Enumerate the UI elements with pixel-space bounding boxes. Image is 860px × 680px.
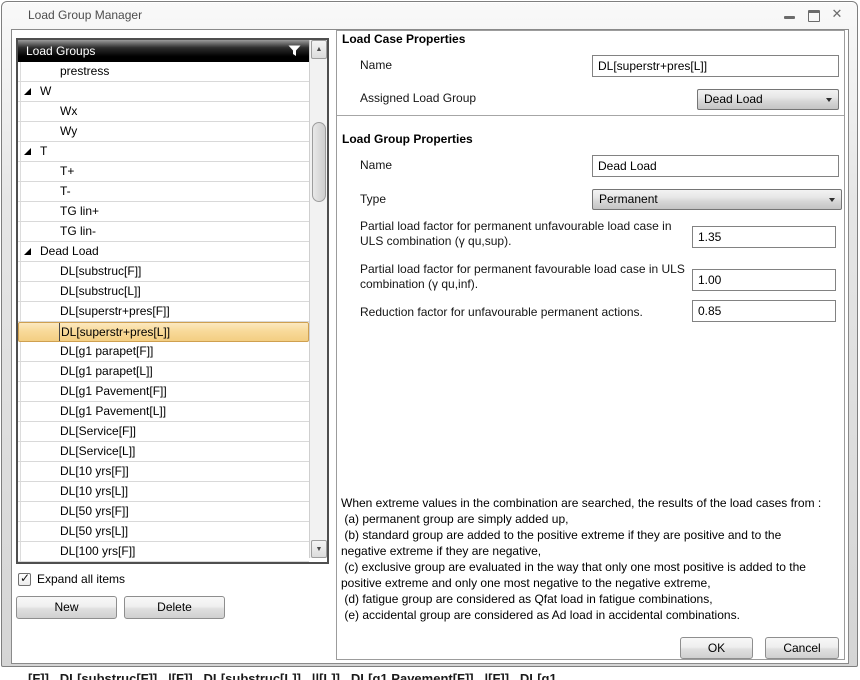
tree-item[interactable]: TG lin+: [18, 202, 309, 222]
tree-item[interactable]: DL[50 yrs[F]]: [18, 502, 309, 522]
tree-item[interactable]: DL[superstr+pres[F]]: [18, 302, 309, 322]
tree-item-label: DL[superstr+pres[F]]: [60, 302, 170, 321]
factor-unfavourable-label: Partial load factor for permanent unfavo…: [360, 219, 692, 249]
tree-item[interactable]: DL[10 yrs[F]]: [18, 462, 309, 482]
reduction-factor-label: Reduction factor for unfavourable perman…: [360, 305, 692, 320]
scroll-down-icon[interactable]: ▼: [311, 540, 327, 558]
ok-button[interactable]: OK: [680, 637, 753, 659]
combination-notes: When extreme values in the combination a…: [341, 495, 849, 627]
tree-item[interactable]: DL[Service[L]]: [18, 442, 309, 462]
tree-item[interactable]: prestress: [18, 62, 309, 82]
tree-item-label: DL[50 yrs[L]]: [60, 522, 128, 541]
tree-item[interactable]: T-: [18, 182, 309, 202]
load-group-type-combobox[interactable]: Permanent: [592, 189, 842, 210]
tree-rows: prestress W WxWy T T+T-TG lin+TG lin-Dead Lo…: [18, 62, 309, 562]
tree-item-label: TG lin+: [60, 202, 99, 221]
tree-item-label: DL[10 yrs[F]]: [60, 462, 129, 481]
tree-group-item[interactable]: Dead Load: [18, 242, 309, 262]
load-group-properties-heading: Load Group Properties: [342, 132, 473, 146]
scroll-up-icon[interactable]: ▲: [311, 40, 327, 59]
close-icon[interactable]: ✕: [829, 6, 845, 22]
dropdown-arrow-icon: [826, 98, 832, 102]
tree-item[interactable]: DL[g1 parapet[L]]: [18, 362, 309, 382]
tree-item-label: W: [40, 82, 51, 101]
tree-item-label: DL[substruc[L]]: [60, 282, 141, 301]
load-group-name-input[interactable]: [592, 155, 839, 177]
factor-unfavourable-input[interactable]: [692, 226, 836, 248]
tree-item[interactable]: DL[substruc[F]]: [18, 262, 309, 282]
tree-item-label: DL[g1 parapet[L]]: [60, 362, 153, 381]
load-case-properties-heading: Load Case Properties: [342, 32, 465, 46]
tree-item-label: Wy: [60, 122, 77, 141]
assigned-load-group-label: Assigned Load Group: [360, 91, 476, 105]
tree-item-label: DL[g1 Pavement[L]]: [60, 402, 166, 421]
tree-item[interactable]: DL[superstr+pres[L]]: [18, 322, 309, 342]
tree-item-label: T+: [60, 162, 74, 181]
tree-header: Load Groups: [18, 40, 309, 62]
tree-item-label: DL[10 yrs[L]]: [60, 482, 128, 501]
checkbox-check-icon: ✓: [20, 571, 30, 585]
tree-group-item[interactable]: W: [18, 82, 309, 102]
new-button[interactable]: New: [16, 596, 117, 619]
tree-item-label: DL[g1 parapet[F]]: [60, 342, 153, 361]
window-title: Load Group Manager: [28, 8, 142, 22]
tree-item-label: T: [40, 142, 47, 161]
expand-all-label: Expand all items: [37, 572, 125, 586]
tree-item[interactable]: DL[Service[F]]: [18, 422, 309, 442]
expander-icon[interactable]: [24, 88, 31, 95]
screen: [F]] DL[substruc[F]] |[F]] DL[substruc[L…: [0, 0, 860, 680]
tree-item-label: DL[Service[F]]: [60, 422, 136, 441]
load-groups-tree: Load Groups prestress W WxWy T T+T-TG lin+TG…: [16, 38, 329, 564]
assigned-load-group-value: Dead Load: [704, 92, 763, 106]
assigned-load-group-combobox[interactable]: Dead Load: [697, 89, 839, 110]
dropdown-arrow-icon: [829, 198, 835, 202]
expander-icon[interactable]: [24, 248, 31, 255]
tree-item[interactable]: DL[g1 Pavement[L]]: [18, 402, 309, 422]
tree-item-label: DL[100 yrs[F]]: [60, 542, 135, 561]
factor-favourable-input[interactable]: [692, 269, 836, 291]
load-case-name-label: Name: [360, 58, 392, 72]
tree-header-label: Load Groups: [26, 44, 95, 58]
minimize-icon[interactable]: [784, 16, 795, 19]
tree-item[interactable]: DL[g1 Pavement[F]]: [18, 382, 309, 402]
tree-item-label: TG lin-: [60, 222, 96, 241]
load-case-name-input[interactable]: [592, 55, 839, 77]
expander-icon[interactable]: [24, 148, 31, 155]
tree-item-label: prestress: [60, 62, 109, 81]
tree-item[interactable]: DL[g1 parapet[F]]: [18, 342, 309, 362]
cancel-button[interactable]: Cancel: [765, 637, 839, 659]
filter-icon[interactable]: [288, 45, 301, 57]
tree-item[interactable]: DL[substruc[L]]: [18, 282, 309, 302]
tree-item-label: DL[Service[L]]: [60, 442, 135, 461]
delete-button[interactable]: Delete: [124, 596, 225, 619]
tree-item-label: DL[50 yrs[F]]: [60, 502, 129, 521]
factor-favourable-label: Partial load factor for permanent favour…: [360, 262, 692, 292]
tree-item-label: DL[superstr+pres[L]]: [61, 323, 170, 342]
tree-item-label: T-: [60, 182, 71, 201]
tree-item[interactable]: Wx: [18, 102, 309, 122]
tree-item[interactable]: TG lin-: [18, 222, 309, 242]
section-separator: [337, 115, 844, 116]
tree-item[interactable]: Wy: [18, 122, 309, 142]
background-window-clipped-text: [F]] DL[substruc[F]] |[F]] DL[substruc[L…: [28, 671, 588, 680]
tree-item[interactable]: DL[100 yrs[F]]: [18, 542, 309, 562]
tree-item-label: DL[substruc[F]]: [60, 262, 141, 281]
load-group-name-label: Name: [360, 158, 392, 172]
tree-item-label: Dead Load: [40, 242, 99, 261]
reduction-factor-input[interactable]: [692, 300, 836, 322]
tree-item[interactable]: T+: [18, 162, 309, 182]
tree-item[interactable]: DL[10 yrs[L]]: [18, 482, 309, 502]
expand-all-checkbox[interactable]: ✓: [18, 573, 31, 586]
tree-scrollbar[interactable]: ▲ ▼: [309, 40, 327, 558]
tree-item-label: Wx: [60, 102, 77, 121]
load-group-type-label: Type: [360, 192, 386, 206]
tree-item[interactable]: DL[50 yrs[L]]: [18, 522, 309, 542]
maximize-icon[interactable]: [808, 10, 820, 22]
tree-group-item[interactable]: T: [18, 142, 309, 162]
scrollbar-thumb[interactable]: [312, 122, 326, 202]
tree-item-label: DL[g1 Pavement[F]]: [60, 382, 167, 401]
load-group-type-value: Permanent: [599, 192, 658, 206]
